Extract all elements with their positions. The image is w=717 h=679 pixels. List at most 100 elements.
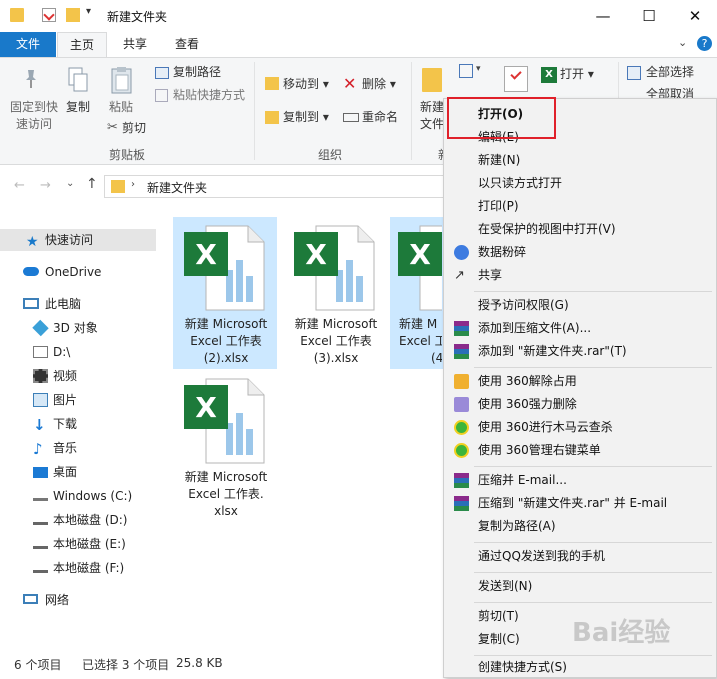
open-button[interactable]: 打开 ▾ xyxy=(560,66,594,83)
menu-item-add-archive[interactable]: 添加到压缩文件(A)... xyxy=(444,317,716,340)
properties-icon[interactable] xyxy=(504,66,528,92)
copy-to-button[interactable]: 复制到 ▾ xyxy=(283,109,329,126)
new-item-dropdown-icon[interactable]: ▾ xyxy=(476,64,481,74)
nav-item-local-f[interactable]: 本地磁盘 (F:) xyxy=(0,557,160,579)
drive-icon xyxy=(33,515,48,525)
menu-item-360-delete[interactable]: 使用 360强力删除 xyxy=(444,393,716,416)
address-input[interactable]: › 新建文件夹 xyxy=(104,175,444,198)
file-item[interactable]: X 新建 Microsoft Excel 工作表. xlsx xyxy=(173,370,277,525)
menu-item-compress-rar-email[interactable]: 压缩到 "新建文件夹.rar" 并 E-mail xyxy=(444,492,716,515)
nav-item-local-d[interactable]: 本地磁盘 (D:) xyxy=(0,509,160,531)
menu-item-grant-access[interactable]: 授予访问权限(G) xyxy=(444,294,716,317)
excel-file-icon: X xyxy=(398,225,442,311)
menu-item-compress-email[interactable]: 压缩并 E-mail... xyxy=(444,469,716,492)
excel-file-icon: X xyxy=(184,378,265,464)
new-folder-icon[interactable] xyxy=(66,8,80,22)
file-name: 新建 Microsoft Excel 工作表 (2).xlsx xyxy=(184,317,268,365)
file-name: 新建 Microsoft Excel 工作表. xlsx xyxy=(184,470,268,518)
nav-item-onedrive[interactable]: OneDrive xyxy=(0,261,160,283)
menu-item-share[interactable]: ↗ 共享 xyxy=(444,264,716,287)
nav-item-pictures[interactable]: 图片 xyxy=(0,389,160,411)
menu-item-send-qq[interactable]: 通过QQ发送到我的手机 xyxy=(444,545,716,568)
file-item[interactable]: X 新建 Microsoft Excel 工作表 (3).xlsx xyxy=(283,217,387,369)
nav-item-quick-access[interactable]: ★ 快速访问 xyxy=(0,229,156,251)
menu-separator xyxy=(474,367,712,368)
collapse-ribbon-icon[interactable]: ⌄ xyxy=(678,36,687,49)
qa-dropdown-icon[interactable]: ▾ xyxy=(86,6,91,17)
menu-item-add-rar[interactable]: 添加到 "新建文件夹.rar"(T) xyxy=(444,340,716,363)
cut-button[interactable]: 剪切 xyxy=(122,120,146,137)
delete-button[interactable]: 删除 ▾ xyxy=(362,76,396,93)
forward-arrow-icon[interactable]: → xyxy=(40,178,51,193)
menu-separator xyxy=(474,572,712,573)
winrar-icon xyxy=(454,473,469,488)
menu-item-copy-as-path[interactable]: 复制为路径(A) xyxy=(444,515,716,538)
menu-separator xyxy=(474,466,712,467)
nav-item-music[interactable]: ♪ 音乐 xyxy=(0,437,160,459)
nav-item-network[interactable]: 网络 xyxy=(0,589,160,611)
rename-button[interactable]: 重命名 xyxy=(362,109,398,126)
menu-item-shred[interactable]: 数据粉碎 xyxy=(444,241,716,264)
menu-separator xyxy=(474,542,712,543)
nav-item-windows-c[interactable]: Windows (C:) xyxy=(0,485,160,507)
menu-item-open-readonly[interactable]: 以只读方式打开 xyxy=(444,172,716,195)
nav-item-videos[interactable]: 视频 xyxy=(0,365,160,387)
maximize-button[interactable]: ☐ xyxy=(626,0,672,32)
menu-item-create-shortcut[interactable]: 创建快捷方式(S) xyxy=(444,656,716,679)
recent-dropdown-icon[interactable]: ⌄ xyxy=(66,178,74,189)
file-name: 新建 Microsoft Excel 工作表 (3).xlsx xyxy=(294,317,378,365)
back-arrow-icon[interactable]: ← xyxy=(14,178,25,193)
menu-item-new[interactable]: 新建(N) xyxy=(444,149,716,172)
file-item[interactable]: X 新建 Microsoft Excel 工作表 (2).xlsx xyxy=(173,217,277,369)
nav-item-downloads[interactable]: ↓ 下载 xyxy=(0,413,160,435)
music-note-icon: ♪ xyxy=(33,440,43,458)
selected-count: 已选择 3 个项目 xyxy=(82,658,170,672)
minimize-button[interactable]: — xyxy=(580,0,626,32)
nav-item-desktop[interactable]: 桌面 xyxy=(0,461,160,483)
menu-item-print[interactable]: 打印(P) xyxy=(444,195,716,218)
menu-separator xyxy=(474,291,712,292)
close-button[interactable]: ✕ xyxy=(672,0,717,32)
menu-item-360-unlock[interactable]: 使用 360解除占用 xyxy=(444,370,716,393)
paste-button[interactable]: 粘贴 xyxy=(109,99,133,116)
new-item-icon xyxy=(459,64,473,78)
select-all-button[interactable]: 全部选择 xyxy=(646,64,694,81)
maximize-icon: ☐ xyxy=(642,7,656,25)
menu-item-360-manage[interactable]: 使用 360管理右键菜单 xyxy=(444,439,716,462)
help-icon[interactable]: ? xyxy=(697,36,712,51)
paste-shortcut-button[interactable]: 粘贴快捷方式 xyxy=(173,87,245,104)
tab-share[interactable]: 共享 xyxy=(112,32,158,57)
nav-item-3d-objects[interactable]: 3D 对象 xyxy=(0,317,160,339)
up-arrow-icon[interactable]: ↑ xyxy=(86,176,98,192)
copy-button[interactable]: 复制 xyxy=(66,99,90,116)
ribbon-divider xyxy=(411,62,412,160)
minimize-icon: — xyxy=(595,7,611,25)
delete-icon: ✕ xyxy=(343,74,357,93)
copy-path-button[interactable]: 复制路径 xyxy=(173,64,221,81)
nav-item-d-drive[interactable]: D:\ xyxy=(0,341,160,363)
film-icon xyxy=(33,369,48,383)
nav-item-local-e[interactable]: 本地磁盘 (E:) xyxy=(0,533,160,555)
breadcrumb-current[interactable]: 新建文件夹 xyxy=(147,179,207,196)
watermark: Bai经验 xyxy=(572,618,671,648)
network-icon xyxy=(23,594,38,604)
pin-quick-access-button[interactable]: 固定到快 速访问 xyxy=(8,99,60,133)
unlock-360-icon xyxy=(454,374,469,389)
close-icon: ✕ xyxy=(688,7,702,25)
picture-icon xyxy=(33,393,48,407)
scissors-icon: ✂ xyxy=(107,120,118,135)
menu-item-360-scan[interactable]: 使用 360进行木马云查杀 xyxy=(444,416,716,439)
new-folder-button[interactable]: 新建 文件 xyxy=(420,99,444,133)
properties-icon[interactable] xyxy=(42,8,56,22)
file-item[interactable]: X 新建 MExcel 工(4).x xyxy=(390,217,443,369)
menu-item-open-protected[interactable]: 在受保护的视图中打开(V) xyxy=(444,218,716,241)
tab-file[interactable]: 文件 xyxy=(0,32,56,57)
tab-home[interactable]: 主页 xyxy=(57,32,107,58)
menu-item-send-to[interactable]: 发送到(N) xyxy=(444,575,716,598)
move-to-button[interactable]: 移动到 ▾ xyxy=(283,76,329,93)
excel-file-icon: X xyxy=(184,225,265,311)
navigation-pane: ★ 快速访问 OneDrive 此电脑 3D 对象 D:\ 视频 图片 ↓ 下载 ♪… xyxy=(0,212,160,652)
file-name: 新建 MExcel 工(4).x xyxy=(399,317,443,365)
nav-item-this-pc[interactable]: 此电脑 xyxy=(0,293,160,315)
tab-view[interactable]: 查看 xyxy=(164,32,210,57)
